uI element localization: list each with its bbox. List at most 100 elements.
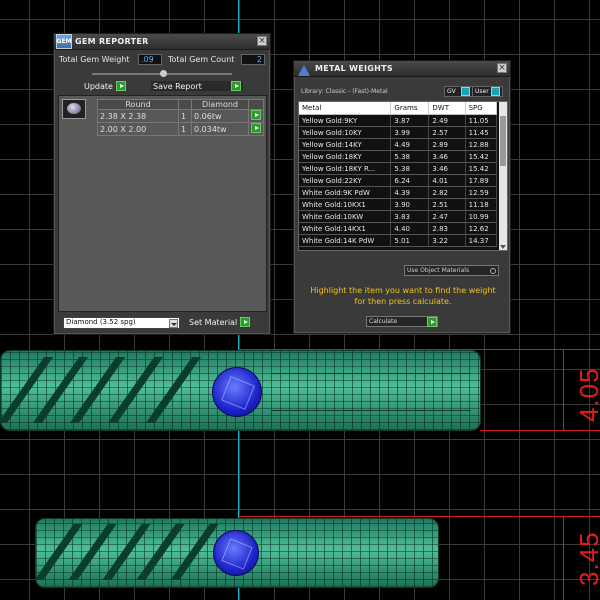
table-row[interactable]: White Gold:14K PdW 5.01 3.22 14.37 — [299, 234, 498, 247]
user-toggle-icon — [490, 87, 500, 96]
dimension-line — [240, 516, 600, 517]
set-material-button[interactable]: Set Material — [189, 317, 251, 327]
use-object-materials-select[interactable]: Use Object Materials — [404, 265, 499, 276]
table-row[interactable]: Yellow Gold:14KY 4.49 2.89 12.88 — [299, 138, 498, 151]
table-cell: 11.45 — [465, 126, 498, 139]
gem-list-area: Round Diamond 2.38 X 2.38 1 0.06tw 2.00 … — [58, 95, 267, 312]
total-gem-count-field: 2 — [241, 54, 265, 65]
metal-table-container[interactable]: Metal Grams DWT SPG Yellow Gold:9KY 3.87 2… — [298, 101, 508, 251]
column-header — [178, 99, 192, 110]
table-row[interactable]: White Gold:10KW 3.83 2.47 10.99 — [299, 210, 498, 223]
dimension-label-top: 4.05 — [574, 367, 600, 422]
table-cell: Yellow Gold:14KY — [299, 138, 392, 151]
scrollbar[interactable] — [499, 102, 507, 250]
metal-weights-panel: METAL WEIGHTS × Library: Classic - (Fast… — [293, 60, 511, 334]
table-cell: White Gold:14KX1 — [299, 222, 392, 235]
panel-title: GEM REPORTER — [75, 37, 149, 46]
table-cell: Yellow Gold:18KY R... — [299, 162, 392, 175]
total-gem-weight-label: Total Gem Weight — [59, 55, 130, 64]
table-cell: Yellow Gold:9KY — [299, 114, 392, 127]
material-select[interactable]: Diamond (3.52 spg) — [63, 317, 180, 329]
table-cell: 10.99 — [465, 210, 498, 223]
table-cell: 1 — [178, 109, 192, 123]
table-row[interactable]: 2.38 X 2.38 1 0.06tw — [97, 109, 264, 123]
save-report-button[interactable]: Save Report — [151, 81, 243, 91]
table-cell: Yellow Gold:18KY — [299, 150, 392, 163]
gv-button[interactable]: GV — [444, 86, 473, 97]
table-row[interactable]: Yellow Gold:10KY 3.99 2.57 11.45 — [299, 126, 498, 139]
table-cell: 15.42 — [465, 162, 498, 175]
play-arrow-icon — [115, 81, 126, 91]
table-cell: 0.06tw — [191, 109, 249, 123]
panel-title: METAL WEIGHTS — [315, 64, 393, 73]
table-row[interactable]: Yellow Gold:18KY R... 5.38 3.46 15.42 — [299, 162, 498, 175]
scroll-down-icon[interactable] — [500, 245, 506, 249]
table-cell: 2.57 — [428, 126, 466, 139]
table-cell: White Gold:14K PdW — [299, 234, 392, 247]
close-icon[interactable]: × — [497, 63, 507, 73]
calculate-select[interactable]: Calculate — [366, 316, 438, 327]
column-header[interactable]: SPG — [465, 102, 498, 115]
gem-stone-top[interactable] — [212, 367, 262, 417]
table-row[interactable]: Yellow Gold:22KY 6.24 4.01 17.89 — [299, 174, 498, 187]
table-row[interactable]: White Gold:9K PdW 4.39 2.82 12.59 — [299, 186, 498, 199]
close-icon[interactable]: × — [257, 36, 267, 46]
table-cell: Yellow Gold:22KY — [299, 174, 392, 187]
table-cell: 2.49 — [428, 114, 466, 127]
table-cell: 0.034tw — [191, 122, 249, 136]
update-button[interactable]: Update — [84, 81, 126, 91]
column-header: Diamond — [191, 99, 249, 110]
table-cell: 3.46 — [428, 162, 466, 175]
table-row[interactable]: White Gold:14KX1 4.40 2.83 12.62 — [299, 222, 498, 235]
table-cell: 3.87 — [390, 114, 430, 127]
table-row[interactable]: Yellow Gold:18KY 5.38 3.46 15.42 — [299, 150, 498, 163]
metal-table: Metal Grams DWT SPG Yellow Gold:9KY 3.87 2… — [299, 102, 498, 247]
table-cell: 5.38 — [390, 162, 430, 175]
play-arrow-icon — [240, 317, 251, 327]
table-cell: 3.99 — [390, 126, 430, 139]
user-button[interactable]: User — [472, 86, 503, 97]
slider-handle[interactable] — [160, 70, 167, 77]
gem-reporter-panel: GEM GEM REPORTER × Total Gem Weight .09 … — [53, 33, 271, 335]
table-cell: 1 — [178, 122, 192, 136]
play-arrow-icon — [251, 110, 261, 120]
table-cell: 4.39 — [390, 186, 430, 199]
chevron-down-icon — [169, 319, 178, 328]
table-cell: 3.90 — [390, 198, 430, 211]
column-header[interactable]: DWT — [428, 102, 466, 115]
table-cell: 14.37 — [465, 234, 498, 247]
table-cell: White Gold:10KW — [299, 210, 392, 223]
table-cell: 6.24 — [390, 174, 430, 187]
table-row[interactable]: Yellow Gold:9KY 3.87 2.49 11.05 — [299, 114, 498, 127]
table-cell: 11.05 — [465, 114, 498, 127]
row-action[interactable] — [248, 122, 264, 136]
table-cell: 12.62 — [465, 222, 498, 235]
play-arrow-icon — [427, 317, 437, 327]
column-header[interactable]: Grams — [390, 102, 430, 115]
gem-reporter-titlebar[interactable]: GEM GEM REPORTER × — [54, 34, 270, 50]
column-header: Round — [97, 99, 179, 110]
scrollbar-thumb[interactable] — [500, 116, 506, 166]
dimension-line — [480, 430, 600, 431]
table-cell: 3.83 — [390, 210, 430, 223]
table-row[interactable]: White Gold:10KX1 3.90 2.51 11.18 — [299, 198, 498, 211]
row-action[interactable] — [248, 109, 264, 123]
column-header[interactable]: Metal — [299, 102, 392, 115]
table-row[interactable]: 2.00 X 2.00 1 0.034tw — [97, 122, 264, 136]
metal-weights-titlebar[interactable]: METAL WEIGHTS × — [294, 61, 510, 77]
gem-table: Round Diamond 2.38 X 2.38 1 0.06tw 2.00 … — [97, 99, 264, 136]
toggle-icon — [490, 267, 496, 274]
table-cell: 3.46 — [428, 150, 466, 163]
play-arrow-icon — [231, 81, 241, 91]
table-cell: 17.89 — [465, 174, 498, 187]
total-gem-weight-field: .09 — [138, 54, 162, 65]
weight-slider[interactable] — [92, 70, 272, 77]
weight-scale-icon — [296, 61, 312, 76]
column-header-spacer — [248, 99, 264, 110]
gem-stone-bottom[interactable] — [213, 530, 259, 576]
table-cell: 4.49 — [390, 138, 430, 151]
table-cell: 2.82 — [428, 186, 466, 199]
total-gem-count-label: Total Gem Count — [168, 55, 235, 64]
table-cell: 2.51 — [428, 198, 466, 211]
table-cell: 11.18 — [465, 198, 498, 211]
